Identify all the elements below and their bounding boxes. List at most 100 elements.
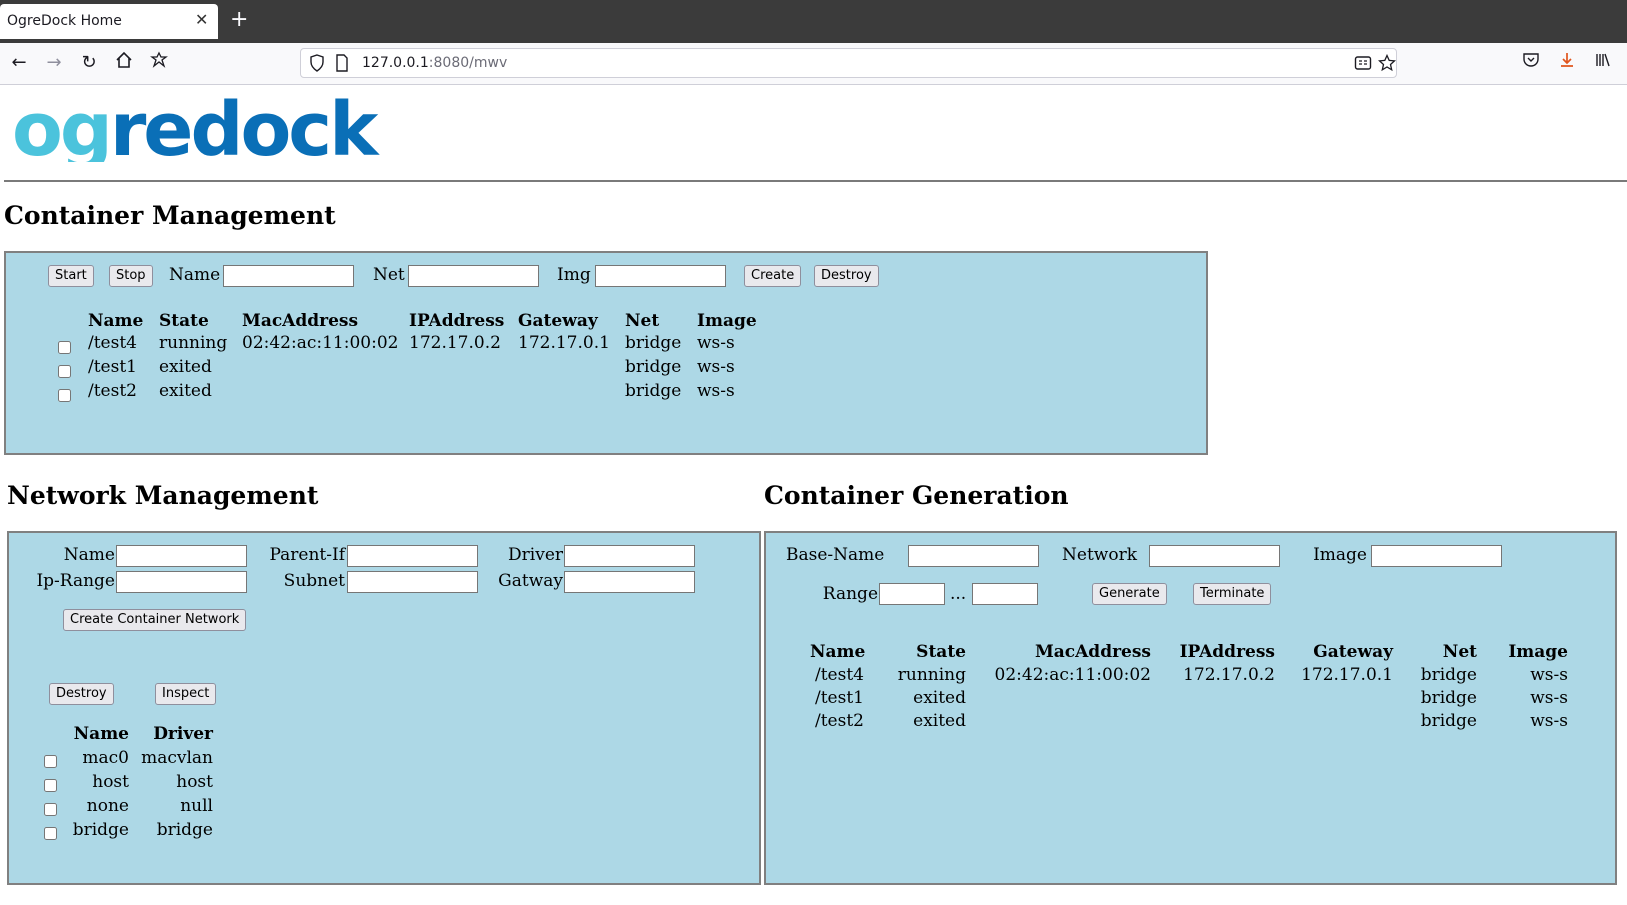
pocket-icon[interactable] <box>1519 51 1543 75</box>
cell-driver: macvlan <box>141 748 213 768</box>
cell-driver: host <box>176 772 213 792</box>
column-header-macaddress: MacAddress <box>1034 642 1151 662</box>
gatway-label: Gatway <box>498 571 563 591</box>
cell-name: host <box>92 772 129 792</box>
network-name-input[interactable] <box>116 545 247 567</box>
stop-button[interactable]: Stop <box>109 265 153 287</box>
image-input[interactable] <box>1371 545 1502 567</box>
cell-driver: bridge <box>156 820 213 840</box>
cell-image: ws-s <box>1530 711 1568 731</box>
cell-state: exited <box>159 357 212 377</box>
column-header-name: Name <box>73 724 129 744</box>
cell-state: exited <box>159 381 212 401</box>
column-header-net: Net <box>625 311 660 331</box>
parent-if-input[interactable] <box>347 545 478 567</box>
downloads-icon[interactable] <box>1555 51 1579 75</box>
create-container-network-button[interactable]: Create Container Network <box>63 609 247 631</box>
column-header-name: Name <box>88 311 144 331</box>
range-end-input[interactable] <box>972 583 1038 605</box>
network-label: Network <box>1062 545 1137 565</box>
network-name-label: Name <box>63 545 115 565</box>
row-checkbox[interactable] <box>58 389 71 402</box>
cell-net: bridge <box>1420 688 1477 708</box>
cell-image: ws-s <box>1530 665 1568 685</box>
cell-net: bridge <box>625 333 682 353</box>
ip-range-label: Ip-Range <box>36 571 115 591</box>
url-host: 127.0.0.1 <box>362 55 429 71</box>
inspect-button[interactable]: Inspect <box>155 683 217 705</box>
base-name-label: Base-Name <box>786 545 885 565</box>
cell-state: exited <box>913 711 966 731</box>
cell-ipaddress: 172.17.0.2 <box>409 333 501 353</box>
base-name-input[interactable] <box>908 545 1039 567</box>
cell-image: ws-s <box>1530 688 1568 708</box>
generate-button[interactable]: Generate <box>1092 583 1167 605</box>
tab-ogredock-home[interactable]: OgreDock Home ✕ <box>0 4 218 39</box>
driver-input[interactable] <box>564 545 695 567</box>
img-input[interactable] <box>595 265 726 287</box>
column-header-ipaddress: IPAddress <box>409 311 505 331</box>
network-destroy-button[interactable]: Destroy <box>49 683 114 705</box>
destroy-button[interactable]: Destroy <box>814 265 879 287</box>
range-label: Range <box>822 584 878 604</box>
terminate-button[interactable]: Terminate <box>1193 583 1272 605</box>
cell-image: ws-s <box>697 381 735 401</box>
cell-name: /test4 <box>815 665 864 685</box>
extension-icon[interactable] <box>147 51 171 75</box>
library-icon[interactable] <box>1591 51 1615 75</box>
ip-range-input[interactable] <box>116 571 247 593</box>
column-header-state: State <box>159 311 209 331</box>
start-button[interactable]: Start <box>48 265 94 287</box>
net-label: Net <box>373 265 405 285</box>
cell-state: exited <box>913 688 966 708</box>
subnet-input[interactable] <box>347 571 478 593</box>
row-checkbox[interactable] <box>58 341 71 354</box>
url-text[interactable]: 127.0.0.1:8080/mwv <box>362 55 507 71</box>
column-header-gateway: Gateway <box>1313 642 1393 662</box>
name-input[interactable] <box>223 265 354 287</box>
cell-driver: null <box>180 796 213 816</box>
column-header-image: Image <box>1508 642 1568 662</box>
image-label: Image <box>1313 545 1367 565</box>
back-icon[interactable]: ← <box>7 51 31 75</box>
reload-icon[interactable]: ↻ <box>77 51 101 75</box>
container-management-panel: Start Stop Name Net Img Create Destroy N… <box>4 251 1208 455</box>
network-management-heading: Network Management <box>7 481 319 510</box>
parent-if-label: Parent-If <box>269 545 345 565</box>
page-icon <box>335 54 349 76</box>
tab-title: OgreDock Home <box>7 13 122 29</box>
net-input[interactable] <box>408 265 539 287</box>
navigation-toolbar: ← → ↻ 127.0.0.1:8080/mwv <box>0 43 1627 85</box>
cell-name: /test2 <box>815 711 864 731</box>
name-label: Name <box>169 265 221 285</box>
address-bar[interactable]: 127.0.0.1:8080/mwv <box>300 48 1397 78</box>
cell-net: bridge <box>625 381 682 401</box>
cell-net: bridge <box>1420 665 1477 685</box>
home-icon[interactable] <box>112 51 136 75</box>
ogredock-logo: ogredock <box>12 92 383 162</box>
new-tab-icon[interactable]: + <box>230 7 248 32</box>
logo-text-og: og <box>12 92 110 162</box>
subnet-label: Subnet <box>283 571 345 591</box>
network-input[interactable] <box>1149 545 1280 567</box>
cell-name: none <box>86 796 129 816</box>
cell-image: ws-s <box>697 333 735 353</box>
container-generation-heading: Container Generation <box>764 481 1069 510</box>
close-tab-icon[interactable]: ✕ <box>195 10 208 29</box>
create-button[interactable]: Create <box>744 265 802 287</box>
cell-image: ws-s <box>697 357 735 377</box>
bookmark-star-icon[interactable] <box>1377 53 1397 76</box>
range-start-input[interactable] <box>879 583 945 605</box>
cell-ipaddress: 172.17.0.2 <box>1183 665 1275 685</box>
shield-icon[interactable] <box>309 54 325 76</box>
range-separator: ... <box>950 584 967 604</box>
row-checkbox[interactable] <box>58 365 71 378</box>
column-header-net: Net <box>1442 642 1477 662</box>
cell-state: running <box>897 665 966 685</box>
header-divider <box>4 180 1627 182</box>
forward-icon[interactable]: → <box>42 51 66 75</box>
gatway-input[interactable] <box>564 571 695 593</box>
cell-gateway: 172.17.0.1 <box>518 333 610 353</box>
reader-view-icon[interactable] <box>1354 54 1372 76</box>
cell-net: bridge <box>625 357 682 377</box>
